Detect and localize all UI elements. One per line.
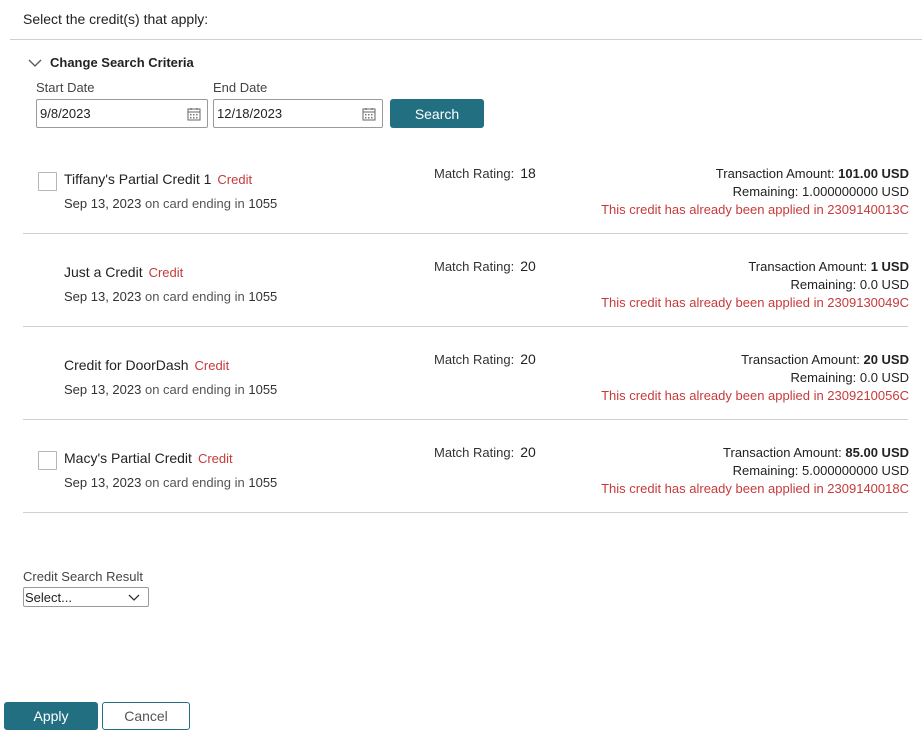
amount-value: 85.00 USD bbox=[845, 445, 909, 460]
start-date-value[interactable]: 9/8/2023 bbox=[40, 106, 187, 121]
credit-date: Sep 13, 2023 bbox=[64, 475, 142, 490]
applied-note: This credit has already been applied in … bbox=[601, 388, 909, 403]
applied-note: This credit has already been applied in … bbox=[601, 202, 909, 217]
amount-label: Transaction Amount: bbox=[748, 259, 868, 274]
card-last4: 1055 bbox=[248, 289, 278, 304]
end-date-field[interactable]: 12/18/2023 bbox=[213, 99, 383, 128]
card-last4: 1055 bbox=[248, 382, 278, 397]
amount-label: Transaction Amount: bbox=[715, 166, 835, 181]
credit-amounts: Transaction Amount: 85.00 USD Remaining:… bbox=[601, 444, 909, 498]
card-text: on card ending in bbox=[144, 196, 245, 211]
match-rating-label: Match Rating: bbox=[434, 259, 515, 274]
credit-row: Credit for DoorDash Credit Sep 13, 2023 … bbox=[23, 327, 909, 420]
credit-details: Sep 13, 2023 on card ending in 1055 bbox=[64, 475, 277, 490]
amount-value: 20 USD bbox=[863, 352, 909, 367]
credit-date: Sep 13, 2023 bbox=[64, 289, 142, 304]
applied-note: This credit has already been applied in … bbox=[601, 295, 909, 310]
card-text: on card ending in bbox=[144, 475, 245, 490]
credit-type-tag: Credit bbox=[217, 172, 253, 187]
credit-date: Sep 13, 2023 bbox=[64, 196, 142, 211]
credit-details: Sep 13, 2023 on card ending in 1055 bbox=[64, 382, 277, 397]
credit-row: Tiffany's Partial Credit 1 Credit Sep 13… bbox=[23, 141, 909, 234]
start-date-field[interactable]: 9/8/2023 bbox=[36, 99, 208, 128]
apply-button[interactable]: Apply bbox=[4, 702, 98, 730]
chevron-down-icon bbox=[128, 594, 140, 601]
card-text: on card ending in bbox=[144, 382, 245, 397]
match-rating-label: Match Rating: bbox=[434, 166, 515, 181]
remaining-amount: Remaining: 5.000000000 USD bbox=[732, 463, 909, 478]
start-date-label: Start Date bbox=[36, 80, 95, 95]
card-text: on card ending in bbox=[144, 289, 245, 304]
credit-search-result-label: Credit Search Result bbox=[23, 569, 143, 584]
credit-checkbox[interactable] bbox=[38, 172, 57, 191]
amount-value: 1 USD bbox=[870, 259, 909, 274]
calendar-icon[interactable] bbox=[187, 107, 201, 121]
end-date-value[interactable]: 12/18/2023 bbox=[217, 106, 362, 121]
amount-value: 101.00 USD bbox=[838, 166, 909, 181]
chevron-down-icon bbox=[28, 59, 42, 67]
criteria-toggle-label: Change Search Criteria bbox=[50, 55, 194, 70]
search-button[interactable]: Search bbox=[390, 99, 484, 128]
match-rating: Match Rating: 18 bbox=[434, 165, 536, 181]
match-rating-label: Match Rating: bbox=[434, 352, 515, 367]
amount-label: Transaction Amount: bbox=[723, 445, 842, 460]
credit-title: Just a Credit bbox=[64, 264, 143, 280]
remaining-amount: Remaining: 0.0 USD bbox=[790, 370, 910, 385]
match-rating: Match Rating: 20 bbox=[434, 351, 536, 367]
match-rating-value: 20 bbox=[520, 444, 536, 460]
match-rating-value: 20 bbox=[520, 258, 536, 274]
end-date-label: End Date bbox=[213, 80, 268, 95]
match-rating-value: 20 bbox=[520, 351, 536, 367]
match-rating-label: Match Rating: bbox=[434, 445, 515, 460]
credit-amounts: Transaction Amount: 101.00 USD Remaining… bbox=[601, 165, 909, 219]
page-heading: Select the credit(s) that apply: bbox=[23, 11, 209, 27]
credit-details: Sep 13, 2023 on card ending in 1055 bbox=[64, 196, 277, 211]
credit-checkbox[interactable] bbox=[38, 451, 57, 470]
credit-type-tag: Credit bbox=[148, 265, 184, 280]
amount-label: Transaction Amount: bbox=[741, 352, 860, 367]
credit-title: Credit for DoorDash bbox=[64, 357, 189, 373]
credit-type-tag: Credit bbox=[194, 358, 230, 373]
credit-date: Sep 13, 2023 bbox=[64, 382, 142, 397]
remaining-amount: Remaining: 1.000000000 USD bbox=[732, 184, 909, 199]
match-rating: Match Rating: 20 bbox=[434, 444, 536, 460]
card-last4: 1055 bbox=[248, 475, 278, 490]
credit-row: Just a Credit Credit Sep 13, 2023 on car… bbox=[23, 234, 909, 327]
match-rating-value: 18 bbox=[520, 165, 536, 181]
calendar-icon[interactable] bbox=[362, 107, 376, 121]
credit-amounts: Transaction Amount: 20 USD Remaining: 0.… bbox=[601, 351, 909, 405]
credit-title: Macy's Partial Credit bbox=[64, 450, 192, 466]
credit-type-tag: Credit bbox=[197, 451, 233, 466]
applied-note: This credit has already been applied in … bbox=[601, 481, 909, 496]
change-search-criteria-toggle[interactable]: Change Search Criteria bbox=[28, 55, 194, 70]
remaining-amount: Remaining: 0.0 USD bbox=[790, 277, 910, 292]
divider bbox=[10, 39, 922, 40]
credit-search-result-select[interactable]: Select... bbox=[23, 587, 149, 607]
credit-title: Tiffany's Partial Credit 1 bbox=[64, 171, 212, 187]
match-rating: Match Rating: 20 bbox=[434, 258, 536, 274]
credit-row: Macy's Partial Credit Credit Sep 13, 202… bbox=[23, 420, 909, 513]
credit-amounts: Transaction Amount: 1 USD Remaining: 0.0… bbox=[601, 258, 909, 312]
card-last4: 1055 bbox=[248, 196, 278, 211]
select-value: Select... bbox=[25, 589, 72, 605]
cancel-button[interactable]: Cancel bbox=[102, 702, 190, 730]
credit-details: Sep 13, 2023 on card ending in 1055 bbox=[64, 289, 277, 304]
